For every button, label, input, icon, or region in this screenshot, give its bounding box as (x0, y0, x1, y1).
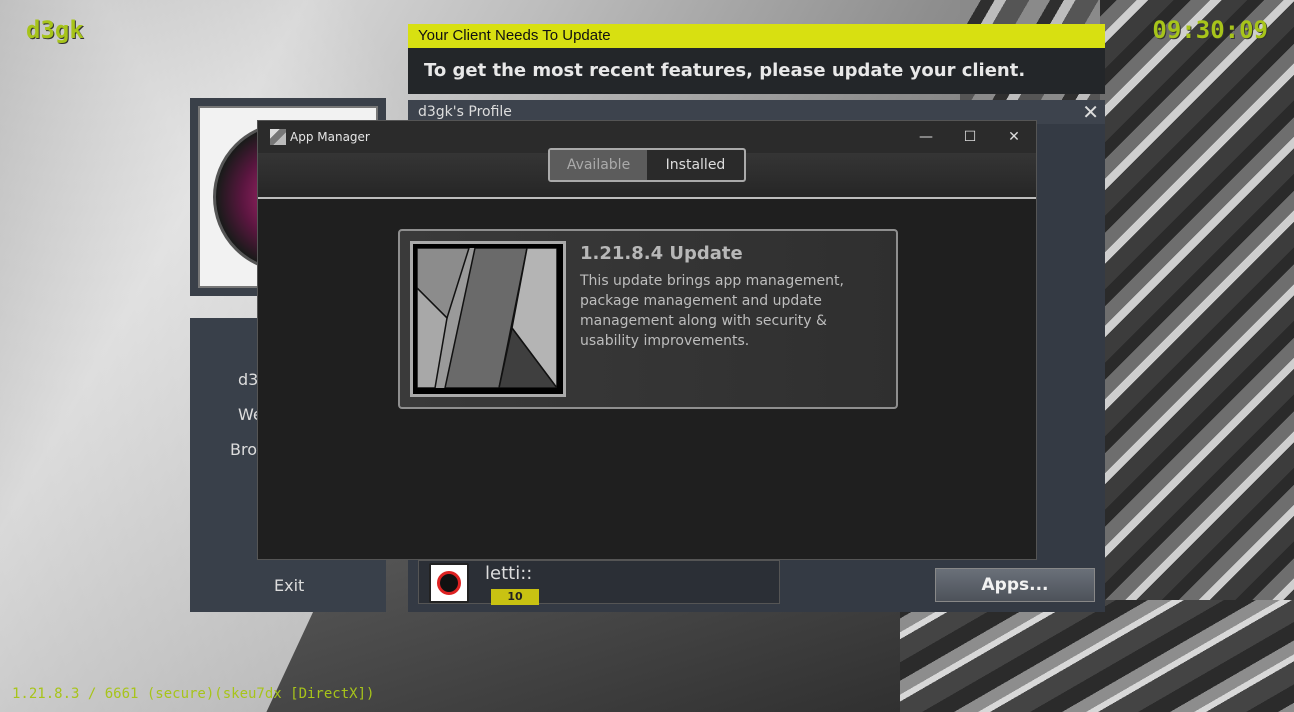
update-card[interactable]: 1.21.8.4 Update This update brings app m… (398, 229, 898, 409)
friend-card[interactable]: letti:: 10 (418, 560, 780, 605)
apps-button[interactable]: Apps... (935, 568, 1095, 602)
tab-available[interactable]: Available (550, 150, 647, 180)
friend-avatar-image (437, 571, 461, 595)
close-icon[interactable]: ✕ (992, 121, 1036, 153)
minimize-icon[interactable]: — (904, 121, 948, 153)
friend-name: letti:: (485, 563, 533, 584)
version-string: 1.21.8.3 / 6661 (secure)(skeu7dx [Direct… (12, 686, 375, 702)
update-banner-message: To get the most recent features, please … (424, 60, 1026, 81)
update-logo-icon (416, 247, 559, 391)
update-thumbnail (410, 241, 566, 397)
friend-avatar (429, 563, 469, 603)
maximize-icon[interactable]: ☐ (948, 121, 992, 153)
update-description: This update brings app management, packa… (580, 273, 844, 349)
clock: 09:30:09 (1152, 16, 1268, 44)
exit-button[interactable]: Exit (274, 576, 304, 595)
app-icon (270, 129, 286, 145)
brand-logo: d3gk (26, 16, 84, 44)
update-title: 1.21.8.4 Update (580, 243, 743, 264)
update-banner: Your Client Needs To Update To get the m… (408, 24, 1105, 94)
app-manager-window: App Manager — ☐ ✕ Available Installed 1.… (257, 120, 1037, 560)
side-menu-item[interactable]: d3 (238, 370, 258, 389)
window-title: App Manager (290, 130, 370, 144)
background-cassettes (900, 600, 1294, 712)
tab-switcher: Available Installed (548, 148, 746, 182)
tab-installed[interactable]: Installed (647, 150, 744, 180)
side-menu-item[interactable]: Bro (230, 440, 257, 459)
level-badge: 10 (491, 589, 539, 605)
update-banner-title: Your Client Needs To Update (408, 24, 1105, 48)
close-icon[interactable]: ✕ (1082, 102, 1099, 122)
